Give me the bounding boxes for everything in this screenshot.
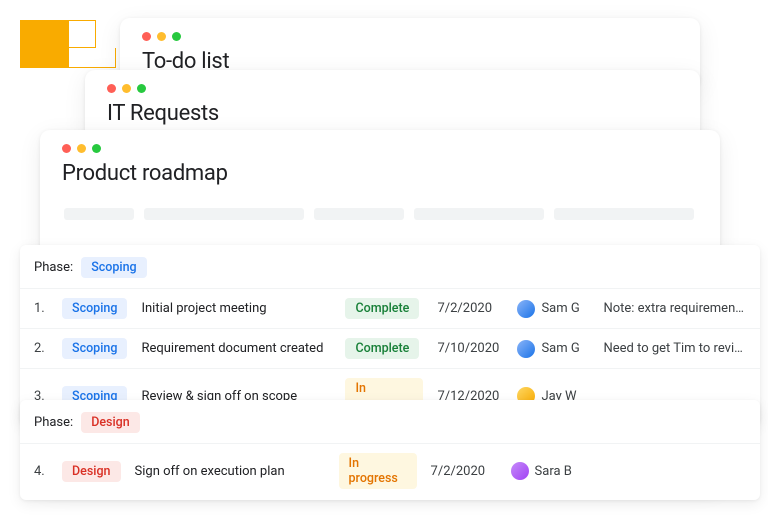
- avatar: [517, 340, 535, 358]
- row-phase-pill[interactable]: Scoping: [62, 298, 127, 319]
- avatar: [511, 462, 529, 480]
- phase-group: Phase: Design 4. Design Sign off on executio…: [20, 400, 760, 500]
- row-note[interactable]: Need to get Tim to review: [603, 341, 746, 356]
- row-date[interactable]: 7/2/2020: [431, 464, 497, 479]
- maximize-icon[interactable]: [92, 144, 101, 153]
- window-controls[interactable]: [62, 144, 698, 153]
- row-title[interactable]: Requirement document created: [141, 341, 331, 356]
- table-row[interactable]: 4. Design Sign off on execution plan In pro…: [20, 443, 760, 498]
- row-phase-pill[interactable]: Design: [62, 461, 121, 482]
- status-pill: In progress: [339, 453, 417, 489]
- row-date[interactable]: 7/10/2020: [437, 341, 503, 356]
- maximize-icon[interactable]: [172, 32, 181, 41]
- table-row[interactable]: 2. Scoping Requirement document created Com…: [20, 328, 760, 368]
- table-row[interactable]: 1. Scoping Initial project meeting Complete…: [20, 288, 760, 328]
- row-assignee[interactable]: Sam G: [517, 340, 589, 358]
- close-icon[interactable]: [107, 84, 116, 93]
- phase-label: Phase:: [34, 260, 73, 275]
- row-number: 1.: [34, 301, 48, 316]
- row-number: 4.: [34, 464, 48, 479]
- row-number: 2.: [34, 341, 48, 356]
- minimize-icon[interactable]: [77, 144, 86, 153]
- row-phase-pill[interactable]: Scoping: [62, 338, 127, 359]
- row-status[interactable]: Complete: [345, 298, 423, 319]
- phase-label: Phase:: [34, 415, 73, 430]
- row-title[interactable]: Sign off on execution plan: [135, 464, 325, 479]
- maximize-icon[interactable]: [137, 84, 146, 93]
- phase-pill[interactable]: Scoping: [81, 257, 146, 278]
- close-icon[interactable]: [62, 144, 71, 153]
- phase-group: Phase: Scoping 1. Scoping Initial project me…: [20, 245, 760, 425]
- avatar: [517, 300, 535, 318]
- row-assignee[interactable]: Sara B: [511, 462, 583, 480]
- status-pill: Complete: [345, 338, 419, 359]
- window-title: IT Requests: [107, 101, 678, 126]
- phase-group-header: Phase: Design: [20, 410, 760, 443]
- row-assignee[interactable]: Sam G: [517, 300, 589, 318]
- row-status[interactable]: Complete: [345, 338, 423, 359]
- assignee-name: Sam G: [541, 301, 579, 316]
- row-title[interactable]: Initial project meeting: [141, 301, 331, 316]
- row-date[interactable]: 7/2/2020: [437, 301, 503, 316]
- window-controls[interactable]: [107, 84, 678, 93]
- window-title: Product roadmap: [62, 161, 698, 186]
- status-pill: Complete: [345, 298, 419, 319]
- minimize-icon[interactable]: [122, 84, 131, 93]
- assignee-name: Sam G: [541, 341, 579, 356]
- assignee-name: Sara B: [535, 464, 572, 479]
- decoration-top-left: [20, 20, 115, 70]
- row-status[interactable]: In progress: [339, 453, 417, 489]
- window-controls[interactable]: [142, 32, 678, 41]
- minimize-icon[interactable]: [157, 32, 166, 41]
- phase-group-header: Phase: Scoping: [20, 255, 760, 288]
- row-note[interactable]: Note: extra requirement to...: [603, 301, 746, 316]
- phase-pill[interactable]: Design: [81, 412, 140, 433]
- close-icon[interactable]: [142, 32, 151, 41]
- toolbar-placeholder: [62, 208, 698, 220]
